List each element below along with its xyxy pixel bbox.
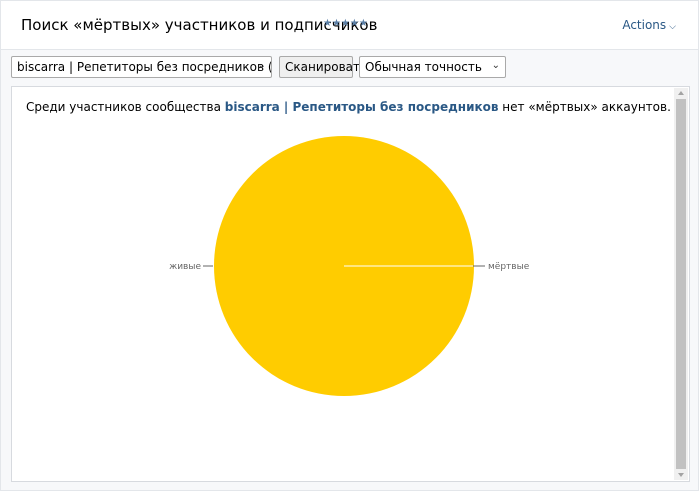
accuracy-select-value: Обычная точность — [365, 60, 482, 74]
chevron-down-icon: ⌄ — [491, 60, 500, 71]
scrollbar[interactable] — [674, 88, 688, 480]
rating-stars: ★★★★★ — [323, 18, 368, 29]
actions-menu[interactable]: Actions ⌵ — [622, 18, 676, 32]
group-select[interactable]: biscarra | Репетиторы без посредников (г… — [11, 56, 272, 78]
result-panel: Среди участников сообщества biscarra | Р… — [11, 86, 690, 482]
scroll-thumb[interactable] — [676, 99, 686, 469]
group-select-value: biscarra | Репетиторы без посредников (г… — [17, 60, 271, 74]
label-dead: мёртвые — [488, 262, 530, 272]
scroll-down-icon[interactable] — [674, 470, 688, 480]
scan-button[interactable]: Сканировать — [279, 56, 367, 78]
accuracy-select[interactable]: Обычная точность ⌄ — [359, 56, 506, 78]
app-window: Поиск «мёртвых» участников и подписчиков… — [0, 0, 699, 491]
pie-chart: живые мёртвые — [169, 136, 530, 396]
actions-label: Actions — [622, 18, 667, 32]
scroll-up-icon[interactable] — [674, 88, 688, 98]
chevron-down-icon: ⌄ — [257, 60, 266, 71]
header: Поиск «мёртвых» участников и подписчиков… — [1, 1, 698, 50]
label-alive: живые — [169, 262, 201, 272]
chevron-down-icon: ⌵ — [669, 22, 676, 32]
